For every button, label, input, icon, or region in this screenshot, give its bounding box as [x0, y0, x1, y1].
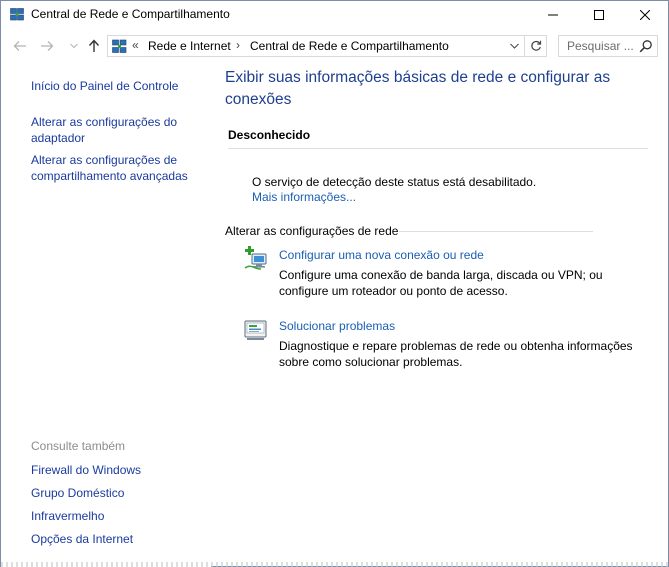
sidebar: Início do Painel de Controle Alterar as … — [1, 63, 211, 567]
breadcrumb-overflow[interactable]: « — [132, 38, 139, 52]
sidebar-item-control-panel-home[interactable]: Início do Painel de Controle — [31, 78, 178, 94]
see-also-homegroup[interactable]: Grupo Doméstico — [31, 485, 124, 501]
forward-button[interactable] — [38, 37, 56, 55]
arrow-left-icon — [13, 41, 26, 51]
breadcrumb-separator[interactable]: › — [236, 38, 240, 52]
breadcrumb-network-center[interactable]: Central de Rede e Compartilhamento — [250, 39, 449, 53]
sidebar-item-adapter-settings[interactable]: Alterar as configurações do adaptador — [31, 114, 177, 146]
see-also-internet-options[interactable]: Opções da Internet — [31, 531, 133, 547]
back-button[interactable] — [11, 37, 29, 55]
refresh-icon — [530, 40, 541, 51]
sidebar-item-label: compartilhamento avançadas — [31, 169, 188, 183]
network-sharing-icon — [112, 39, 127, 53]
window-bottom-edge — [1, 562, 668, 567]
up-button[interactable] — [85, 37, 103, 55]
status-message: O serviço de detecção deste status está … — [252, 175, 537, 189]
sidebar-item-label: adaptador — [31, 131, 86, 145]
setup-connection-description: Configure uma conexão de banda larga, di… — [279, 268, 603, 298]
search-input[interactable] — [559, 36, 637, 56]
arrow-right-icon — [41, 41, 54, 51]
maximize-icon — [594, 10, 604, 20]
sidebar-item-label: Alterar as configurações do — [31, 115, 178, 129]
setup-connection-link[interactable]: Configurar uma nova conexão ou rede — [279, 248, 484, 262]
window-title: Central de Rede e Compartilhamento — [31, 7, 230, 21]
sidebar-item-advanced-sharing[interactable]: Alterar as configurações de compartilham… — [31, 152, 188, 184]
address-dropdown-button[interactable] — [507, 39, 521, 53]
network-status-label: Desconhecido — [228, 128, 311, 142]
close-button[interactable] — [622, 1, 668, 29]
divider — [399, 231, 593, 232]
chevron-down-icon — [509, 43, 519, 49]
search-icon[interactable] — [639, 39, 653, 53]
sidebar-item-label: Alterar as configurações de — [31, 153, 178, 167]
change-settings-heading: Alterar as configurações de rede — [225, 224, 399, 238]
see-also-windows-firewall[interactable]: Firewall do Windows — [31, 462, 141, 478]
troubleshoot-link[interactable]: Solucionar problemas — [279, 319, 395, 333]
new-connection-icon — [244, 246, 267, 270]
main-content: Exibir suas informações básicas de rede … — [211, 63, 668, 567]
troubleshoot-description: Diagnostique e repare problemas de rede … — [279, 339, 633, 369]
more-info-link[interactable]: Mais informações... — [252, 190, 356, 204]
title-bar: Central de Rede e Compartilhamento — [1, 1, 668, 29]
refresh-button[interactable] — [525, 35, 547, 57]
window: Central de Rede e Compartilhamento « Red… — [0, 0, 669, 567]
see-also-infrared[interactable]: Infravermelho — [31, 508, 104, 524]
maximize-button[interactable] — [576, 1, 622, 29]
troubleshoot-icon — [244, 320, 267, 340]
arrow-up-icon — [88, 39, 100, 52]
minimize-button[interactable] — [530, 1, 576, 29]
address-bar[interactable]: « Rede e Internet › Central de Rede e Co… — [107, 35, 525, 57]
page-title: Exibir suas informações básicas de rede … — [225, 69, 611, 108]
network-sharing-icon — [10, 8, 24, 21]
divider — [228, 148, 648, 149]
minimize-icon — [548, 14, 558, 16]
breadcrumb-network-internet[interactable]: Rede e Internet — [148, 39, 231, 53]
search-box[interactable] — [558, 35, 658, 57]
recent-locations-button[interactable] — [65, 37, 83, 55]
chevron-down-icon — [70, 43, 78, 49]
see-also-heading: Consulte também — [31, 439, 126, 453]
close-icon — [640, 10, 650, 20]
navigation-bar: « Rede e Internet › Central de Rede e Co… — [1, 29, 668, 63]
